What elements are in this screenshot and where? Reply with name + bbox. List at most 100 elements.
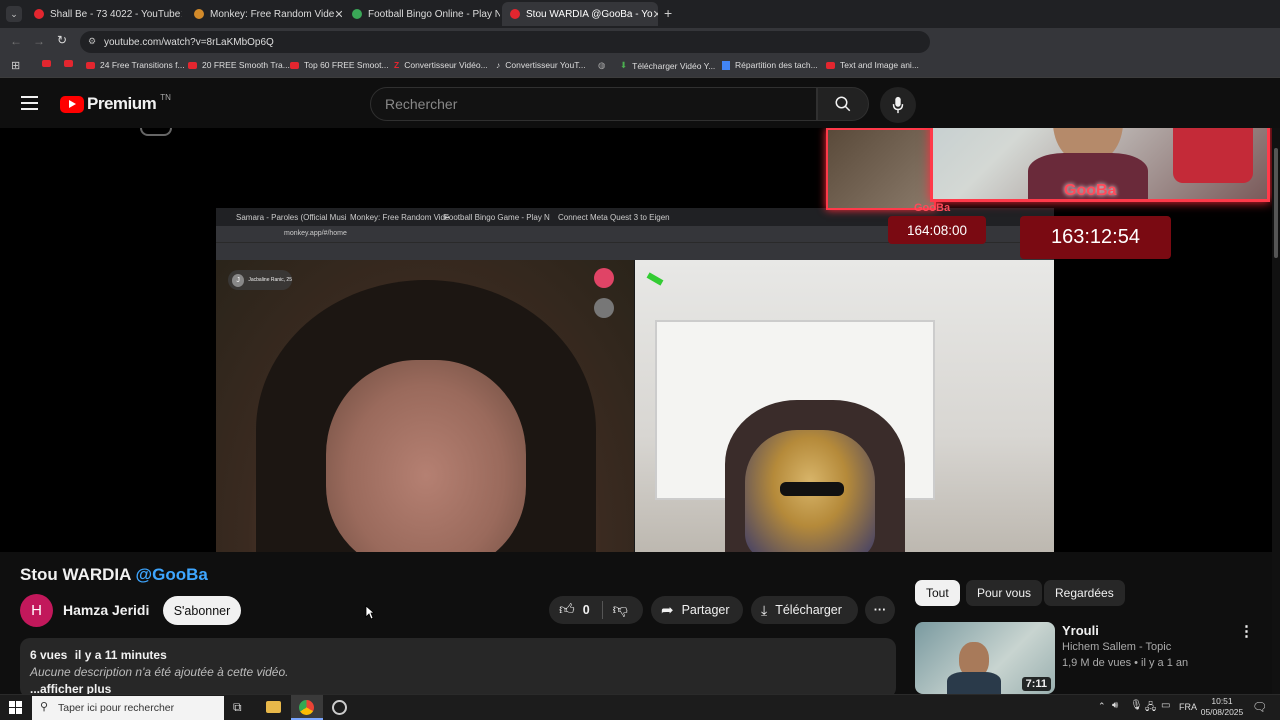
bookmark-1[interactable]: 24 Free Transitions f...: [86, 60, 185, 70]
like-count[interactable]: 0: [583, 603, 590, 617]
share-button[interactable]: ➦ Partager: [651, 596, 743, 624]
scrollbar-thumb[interactable]: [1274, 148, 1278, 258]
partner-avatar: J: [232, 273, 245, 287]
tab-3[interactable]: Football Bingo Online - Play No ✕: [344, 2, 500, 26]
view-count: 6 vues: [30, 648, 68, 662]
windows-start-icon[interactable]: [9, 701, 22, 714]
tab-4-label: Stou WARDIA @GooBa - Yo: [526, 8, 653, 20]
suggested-video-meta: 1,9 M de vues • il y a 1 an: [1062, 657, 1189, 669]
channel-name[interactable]: Hamza Jeridi: [63, 602, 149, 618]
kebab-menu-icon[interactable]: ⋮: [1239, 622, 1254, 640]
task-view-icon[interactable]: ⧉: [233, 700, 242, 715]
menu-hamburger-icon[interactable]: [21, 96, 38, 110]
bookmark-6[interactable]: ⬇ Télécharger Vidéo Y...: [620, 60, 715, 71]
tab-1[interactable]: Shall Be - 73 4022 - YouTube ✕: [26, 2, 182, 26]
thumbs-up-icon[interactable]: 👍︎: [559, 601, 575, 619]
chip-watched[interactable]: Regardées: [1044, 580, 1125, 606]
video-duration: 7:11: [1021, 677, 1051, 691]
windows-taskbar: ⚲ Taper ici pour rechercher ⧉ ⌃ 🔊︎ 🎙︎ 🖧︎…: [0, 694, 1280, 720]
video-title-text: Stou WARDIA: [20, 565, 131, 584]
bookmark-2[interactable]: 20 FREE Smooth Tra...: [188, 60, 290, 70]
display-icon[interactable]: ▭: [1161, 700, 1170, 711]
more-actions-button[interactable]: ···: [865, 596, 895, 624]
reload-icon[interactable]: ↻: [57, 33, 67, 47]
site-info-icon[interactable]: ⚙: [88, 36, 96, 47]
bookmark-5[interactable]: ♪ Convertisseur YouT...: [496, 60, 586, 70]
channel-avatar[interactable]: H: [20, 594, 53, 627]
tab-2[interactable]: Monkey: Free Random Vide ✕: [186, 2, 342, 26]
description-box[interactable]: 6 vues il y a 11 minutes Aucune descript…: [20, 638, 896, 698]
chrome-icon: [299, 700, 314, 715]
forward-arrow-icon[interactable]: →: [33, 34, 45, 48]
bookmark-8[interactable]: Text and Image ani...: [826, 60, 919, 70]
thumbs-down-icon[interactable]: 👎︎: [613, 601, 628, 619]
show-hidden-icons-icon[interactable]: ⌃: [1098, 701, 1106, 712]
streamer-name-overlay: GooBa: [1064, 182, 1117, 199]
url-input[interactable]: ⚙ youtube.com/watch?v=8rLaKMbOp6Q: [80, 31, 930, 53]
video-title-handle-link[interactable]: @GooBa: [136, 565, 208, 584]
bookmarks-bar: ⊞ 24 Free Transitions f... 20 FREE Smoot…: [0, 56, 1280, 78]
suggested-video-channel[interactable]: Hichem Sallem - Topic: [1062, 641, 1171, 653]
youtube-premium-logo[interactable]: Premium TN: [60, 93, 171, 114]
premium-label: Premium: [87, 94, 157, 113]
download-button[interactable]: ⤓ Télécharger: [751, 596, 858, 624]
browser-address-bar: ← → ↻ ⚙ youtube.com/watch?v=8rLaKMbOp6Q: [0, 28, 1280, 56]
description-text: Aucune description n'a été ajoutée à cet…: [30, 665, 289, 679]
youtube-icon: [290, 61, 299, 69]
close-tab-icon[interactable]: ✕: [334, 8, 342, 21]
thumbnail-body: [947, 672, 1001, 694]
taskbar-clock[interactable]: 10:51 05/08/2025: [1200, 696, 1244, 718]
captured-tab-label: Connect Meta Quest 3 to Eigen: [558, 213, 670, 222]
mouse-cursor-icon: [365, 605, 375, 620]
notifications-icon[interactable]: 🗨︎: [1252, 700, 1267, 714]
chrome-taskbar-button[interactable]: [291, 695, 323, 720]
tab-4-active[interactable]: Stou WARDIA @GooBa - Yo ✕: [502, 2, 658, 26]
search-input[interactable]: Rechercher: [370, 87, 817, 121]
network-icon[interactable]: 🖧︎: [1145, 700, 1156, 717]
volume-icon[interactable]: 🔊︎: [1112, 700, 1118, 711]
partner-name: Jacbaline Ranic, 25: [248, 277, 292, 283]
search-button[interactable]: [817, 87, 869, 121]
bookmark-youtube[interactable]: [64, 60, 78, 67]
share-label: Partager: [681, 603, 730, 617]
taskbar-search-input[interactable]: ⚲ Taper ici pour rechercher: [32, 696, 224, 720]
new-tab-icon[interactable]: +: [664, 5, 672, 21]
bookmark-7[interactable]: Répartition des tach...: [722, 60, 818, 70]
suggested-video-thumbnail[interactable]: 7:11: [915, 622, 1055, 694]
tab-list-chevron-icon[interactable]: ⌄: [6, 6, 22, 22]
youtube-icon: [42, 60, 51, 67]
apps-grid-icon[interactable]: ⊞: [11, 59, 20, 72]
search-icon: ⚲: [40, 701, 49, 713]
subathon-timer-1: 164:08:00: [888, 216, 986, 244]
captured-bookmarks: [216, 242, 1054, 260]
video-title: Stou WARDIA @GooBa: [20, 565, 208, 585]
voice-search-button[interactable]: [880, 87, 916, 123]
close-tab-icon[interactable]: ✕: [180, 8, 182, 21]
docs-icon: [722, 60, 730, 70]
share-arrow-icon: ➦: [661, 602, 674, 619]
input-language[interactable]: FRA: [1179, 702, 1197, 712]
captured-tab-label: Football Bingo Game - Play N: [444, 213, 550, 222]
file-explorer-icon[interactable]: [266, 701, 281, 713]
bookmark-youtube[interactable]: [42, 60, 56, 67]
chip-for-you[interactable]: Pour vous: [966, 580, 1043, 606]
clock-time: 10:51: [1211, 696, 1233, 706]
bookmark-globe[interactable]: ◍: [598, 60, 605, 71]
close-tab-icon[interactable]: ✕: [653, 8, 658, 21]
page-scrollbar[interactable]: [1272, 128, 1280, 694]
youtube-favicon-icon: [510, 9, 520, 19]
app-icon[interactable]: [332, 700, 347, 715]
back-arrow-icon[interactable]: ←: [10, 34, 22, 48]
browser-tab-bar: ⌄ Shall Be - 73 4022 - YouTube ✕ Monkey:…: [0, 0, 1280, 28]
microphone-tray-icon[interactable]: 🎙︎: [1130, 700, 1143, 711]
video-player[interactable]: Samara - Paroles (Official Musi Monkey: …: [0, 128, 1272, 552]
clock-date: 05/08/2025: [1200, 707, 1244, 717]
subscribe-button[interactable]: S'abonner: [163, 596, 241, 625]
suggested-video-title[interactable]: Yrouli: [1062, 623, 1099, 638]
bookmark-4[interactable]: Z Convertisseur Vidéo...: [394, 60, 488, 70]
captured-tab-label: Samara - Paroles (Official Musi: [236, 213, 347, 222]
monkey-favicon-icon: [194, 9, 204, 19]
bookmark-3[interactable]: Top 60 FREE Smoot...: [290, 60, 389, 70]
player-watermark-icon: [140, 128, 172, 136]
chip-all[interactable]: Tout: [915, 580, 960, 606]
